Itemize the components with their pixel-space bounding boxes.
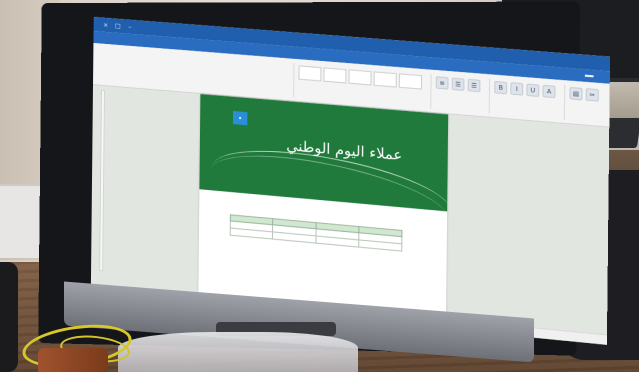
minimize-button[interactable]: –	[124, 23, 136, 31]
bullets-icon[interactable]: ≡	[435, 76, 449, 90]
ribbon-group-styles	[293, 62, 427, 109]
tab-home[interactable]	[584, 74, 594, 78]
style-title[interactable]	[398, 73, 423, 90]
ribbon-group-font: B I U A	[488, 78, 560, 120]
close-button[interactable]: ×	[100, 21, 112, 29]
style-normal[interactable]	[298, 65, 322, 82]
cut-icon[interactable]: ✂	[585, 88, 599, 102]
style-heading1[interactable]	[348, 69, 372, 86]
align-right-icon[interactable]: ☰	[451, 77, 465, 91]
align-center-icon[interactable]: ☰	[467, 78, 481, 93]
style-no-spacing[interactable]	[323, 67, 347, 84]
left-chair-edge	[0, 262, 18, 372]
customer-table	[230, 214, 403, 252]
bold-icon[interactable]: B	[494, 80, 508, 95]
maximize-button[interactable]: □	[112, 22, 124, 30]
ribbon-group-clipboard: ▤ ✂	[563, 84, 604, 123]
paste-icon[interactable]: ▤	[569, 86, 583, 101]
jar	[38, 348, 108, 372]
green-banner: • عملاء اليوم الوطني	[199, 94, 449, 212]
font-color-icon[interactable]: A	[542, 84, 556, 99]
chat-bubble-icon: •	[232, 110, 248, 126]
document-page[interactable]: • عملاء اليوم الوطني	[198, 94, 449, 327]
plastic-bag	[118, 332, 358, 372]
italic-icon[interactable]: I	[510, 82, 524, 96]
style-heading2[interactable]	[373, 71, 397, 88]
underline-icon[interactable]: U	[526, 83, 540, 97]
ribbon-group-paragraph: ≡ ☰ ☰	[430, 73, 485, 114]
